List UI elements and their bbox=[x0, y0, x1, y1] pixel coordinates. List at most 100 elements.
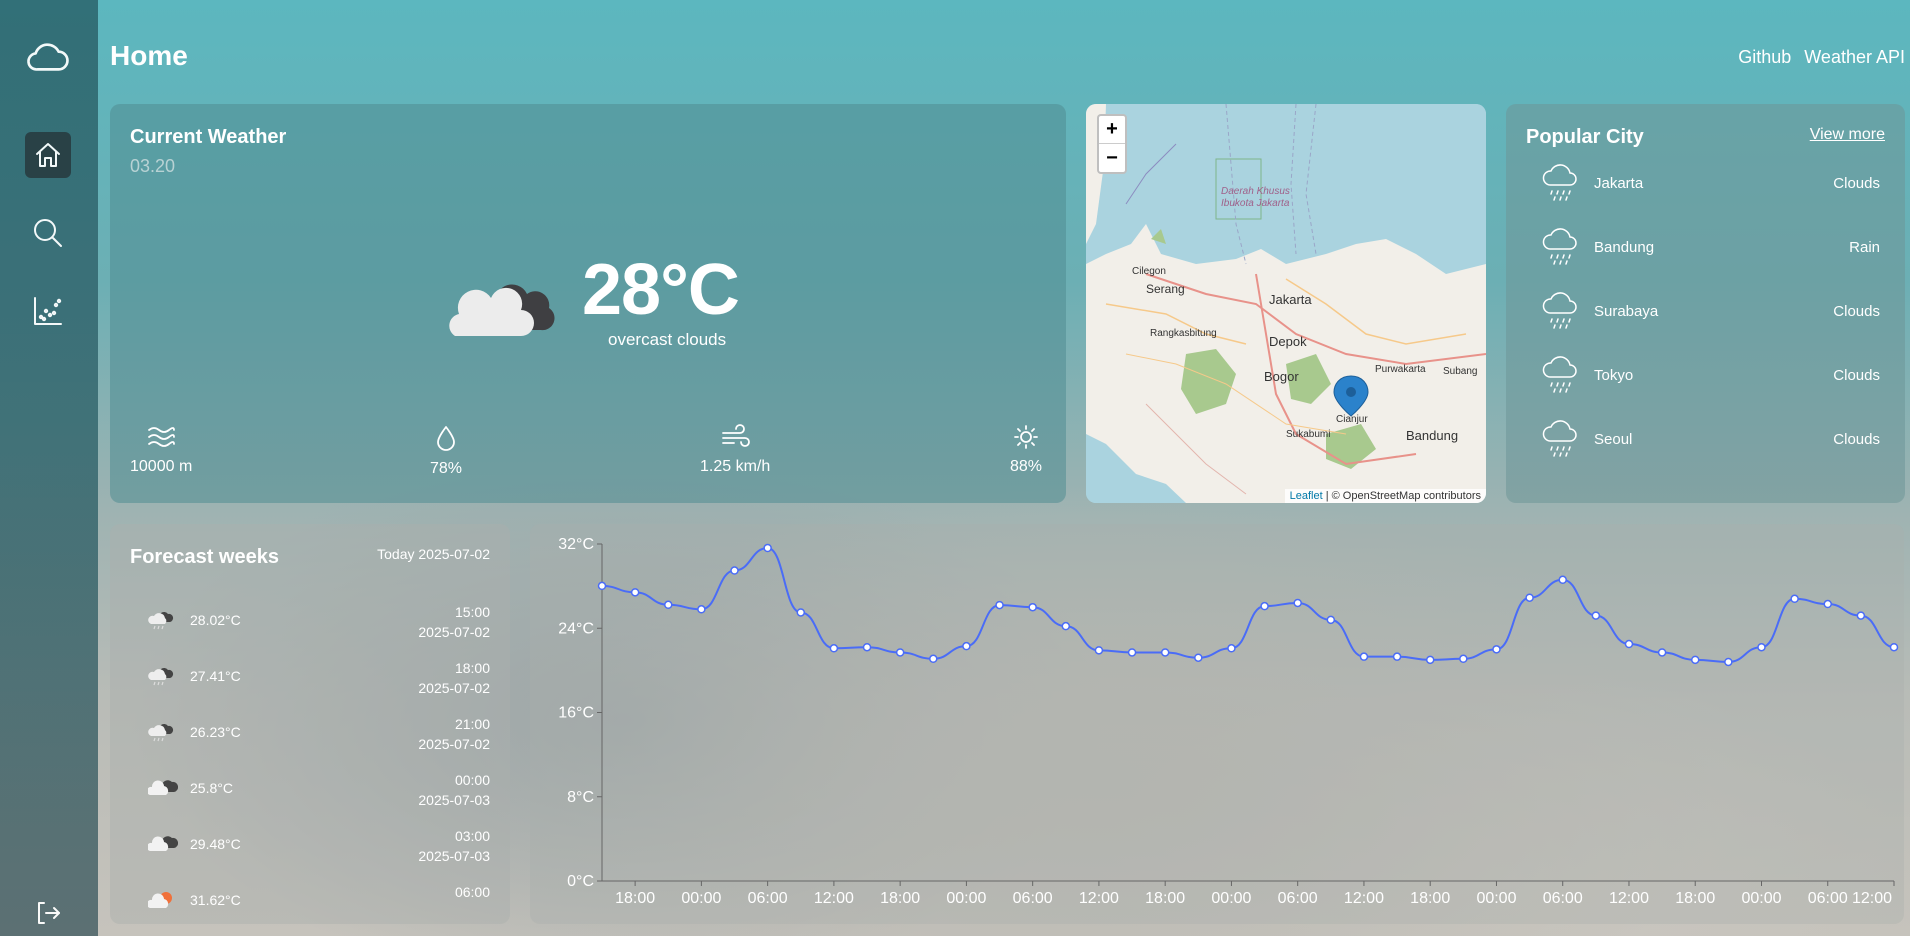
data-point bbox=[1558, 575, 1567, 585]
data-point bbox=[1790, 594, 1799, 604]
chart-icon[interactable] bbox=[25, 288, 71, 334]
forecast-temp: 26.23°C bbox=[190, 724, 241, 740]
home-icon[interactable] bbox=[25, 132, 71, 178]
data-point bbox=[1657, 648, 1667, 657]
github-link[interactable]: Github bbox=[1738, 47, 1791, 68]
data-point bbox=[1194, 653, 1203, 662]
city-condition: Clouds bbox=[1833, 366, 1880, 384]
data-point bbox=[730, 566, 739, 575]
forecast-row: 26.23°C 21:00 2025-07-02 bbox=[148, 714, 490, 756]
data-point bbox=[1690, 655, 1700, 665]
forecast-time: 06:00 bbox=[454, 884, 490, 900]
forecast-temp: 31.62°C bbox=[190, 892, 241, 908]
city-row[interactable]: Seoul Clouds bbox=[1542, 414, 1880, 464]
svg-text:Rangkasbitung: Rangkasbitung bbox=[1150, 328, 1217, 339]
forecast-row: 31.62°C 06:00 bbox=[146, 882, 490, 924]
view-more-link[interactable]: View more bbox=[1810, 126, 1885, 144]
forecast-time: 18:00 2025-07-02 bbox=[418, 660, 490, 696]
data-point bbox=[1028, 602, 1037, 612]
data-point bbox=[1293, 598, 1302, 608]
map-panel[interactable]: Daerah Khusus Ibukota Jakarta Cilegon Se… bbox=[1086, 104, 1486, 503]
forecast-row: 27.41°C 18:00 2025-07-02 bbox=[148, 658, 490, 700]
data-point bbox=[962, 641, 971, 651]
data-point bbox=[1061, 621, 1071, 631]
x-tick-label: 06:00 bbox=[1013, 890, 1053, 907]
forecast-today: Today 2025-07-02 bbox=[377, 546, 490, 562]
svg-text:Subang: Subang bbox=[1443, 366, 1477, 377]
wind-icon bbox=[722, 424, 751, 447]
rain-cloud-icon bbox=[1542, 228, 1577, 265]
city-row[interactable]: Surabaya Clouds bbox=[1542, 286, 1880, 336]
svg-text:Jakarta: Jakarta bbox=[1269, 292, 1312, 307]
data-point bbox=[1359, 652, 1369, 661]
data-point bbox=[895, 648, 905, 657]
city-row[interactable]: Tokyo Clouds bbox=[1542, 350, 1880, 400]
x-tick-label: 12:00 bbox=[1609, 890, 1649, 907]
forecast-time: 00:00 2025-07-03 bbox=[418, 772, 490, 808]
data-point bbox=[829, 644, 839, 653]
data-point bbox=[862, 642, 872, 652]
weather-api-link[interactable]: Weather API bbox=[1804, 47, 1905, 68]
city-name: Bandung bbox=[1594, 238, 1655, 256]
x-tick-label: 00:00 bbox=[1741, 890, 1781, 907]
data-point bbox=[1227, 644, 1236, 653]
search-icon[interactable] bbox=[25, 210, 71, 256]
city-row[interactable]: Bandung Rain bbox=[1542, 222, 1880, 272]
y-tick-label: 32°C bbox=[558, 536, 594, 553]
humidity-value: 78% bbox=[430, 460, 463, 477]
svg-text:Depok: Depok bbox=[1269, 334, 1307, 349]
data-point bbox=[1856, 611, 1866, 620]
current-weather-time: 03.20 bbox=[130, 156, 176, 176]
logout-icon[interactable] bbox=[25, 890, 71, 936]
clouds-value: 88% bbox=[1010, 458, 1043, 475]
popular-city-title: Popular City bbox=[1526, 126, 1644, 148]
data-point bbox=[1326, 615, 1336, 625]
data-point bbox=[1160, 648, 1170, 657]
data-point bbox=[1823, 599, 1832, 609]
data-point bbox=[1392, 652, 1402, 661]
city-row[interactable]: Jakarta Clouds bbox=[1542, 158, 1880, 208]
visibility-value: 10000 m bbox=[130, 458, 193, 475]
x-tick-label: 06:00 bbox=[748, 890, 788, 907]
forecast-temp: 25.8°C bbox=[190, 780, 233, 796]
cloud-logo-icon[interactable] bbox=[25, 34, 71, 80]
city-condition: Clouds bbox=[1833, 174, 1880, 192]
forecast-title: Forecast weeks bbox=[130, 546, 279, 568]
x-tick-label: 06:00 bbox=[1808, 890, 1848, 907]
data-point bbox=[1757, 642, 1766, 652]
forecast-temp: 27.41°C bbox=[190, 668, 241, 684]
x-tick-label: 12:00 bbox=[1852, 890, 1892, 907]
map-label-dki: Daerah Khusus bbox=[1221, 186, 1290, 197]
temperature-chart: 0°C 8°C 16°C 24°C 32°C 18:00 00:00 06:00 12:00 18… bbox=[530, 524, 1904, 924]
x-tick-label: 00:00 bbox=[1211, 890, 1251, 907]
svg-text:Purwakarta: Purwakarta bbox=[1375, 364, 1426, 375]
data-point bbox=[1724, 657, 1733, 667]
wind-value: 1.25 km/h bbox=[700, 458, 771, 475]
data-point bbox=[1425, 655, 1435, 665]
data-point bbox=[1624, 639, 1634, 649]
zoom-in-button[interactable]: + bbox=[1099, 116, 1125, 144]
rain-cloud-icon bbox=[148, 664, 174, 691]
svg-text:Serang: Serang bbox=[1146, 282, 1185, 296]
city-name: Tokyo bbox=[1594, 366, 1634, 384]
city-condition: Rain bbox=[1849, 238, 1880, 256]
forecast-temp: 28.02°C bbox=[190, 612, 241, 628]
city-name: Jakarta bbox=[1594, 174, 1644, 192]
data-point bbox=[1094, 646, 1104, 655]
city-name: Seoul bbox=[1594, 430, 1633, 448]
zoom-control: + − bbox=[1097, 114, 1127, 174]
data-point bbox=[1591, 611, 1601, 620]
clouds-stat: 88% bbox=[1010, 424, 1042, 476]
popular-city-card: Popular City View more Jakarta Clouds Band… bbox=[1506, 104, 1905, 503]
visibility-icon bbox=[148, 427, 176, 447]
data-point bbox=[630, 588, 640, 597]
forecast-time: 15:00 2025-07-02 bbox=[418, 604, 490, 640]
data-point bbox=[597, 581, 607, 591]
forecast-row: 28.02°C 15:00 2025-07-02 bbox=[148, 602, 490, 644]
zoom-out-button[interactable]: − bbox=[1099, 144, 1125, 172]
data-point bbox=[1889, 642, 1899, 652]
leaflet-link[interactable]: Leaflet bbox=[1290, 490, 1323, 502]
map-attribution: Leaflet | © OpenStreetMap contributors bbox=[1284, 489, 1486, 503]
data-point bbox=[664, 600, 673, 610]
forecast-row: 25.8°C 00:00 2025-07-03 bbox=[146, 770, 490, 812]
